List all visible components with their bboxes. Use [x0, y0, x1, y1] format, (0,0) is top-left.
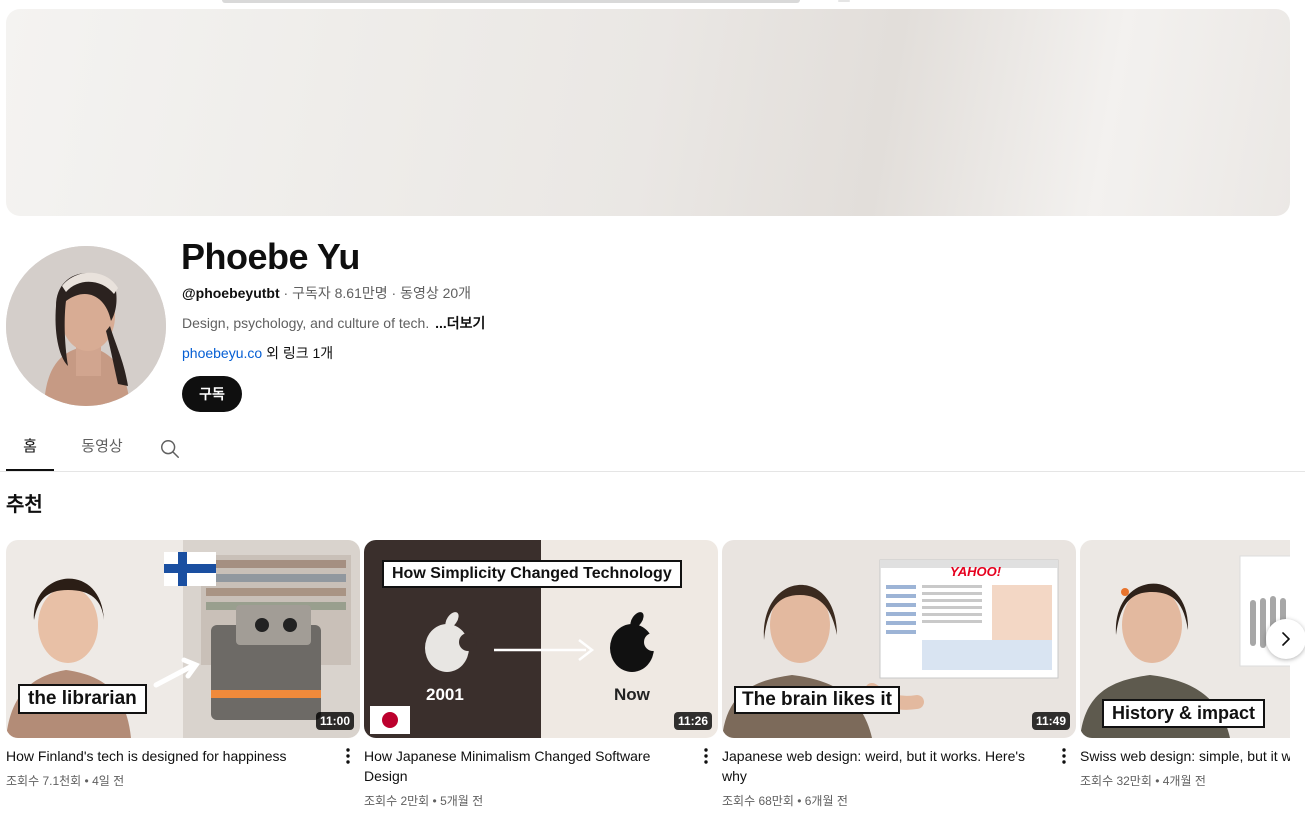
top-scroll-indicator	[222, 0, 800, 3]
chevron-right-icon[interactable]	[1266, 619, 1305, 659]
thumbnail-caption: The brain likes it	[734, 686, 900, 714]
video-duration: 11:49	[1031, 712, 1070, 730]
video-thumbnail[interactable]: the librarian 11:00	[6, 540, 360, 738]
video-card[interactable]: How Simplicity Changed Technology 2001 N…	[364, 540, 718, 808]
top-indicator-dot	[838, 0, 850, 2]
video-stats: 조회수 2만회 • 5개월 전	[364, 794, 484, 808]
video-card[interactable]: the librarian 11:00 How Finland's tech i…	[6, 540, 360, 788]
thumbnail-caption: How Simplicity Changed Technology	[382, 560, 682, 588]
thumbnail-caption: History & impact	[1102, 699, 1266, 728]
search-icon[interactable]	[152, 434, 188, 464]
channel-stats: · 구독자 8.61만명 · 동영상 20개	[279, 285, 472, 301]
video-stats: 조회수 32만회 • 4개월 전	[1080, 774, 1206, 788]
video-title[interactable]: How Finland's tech is designed for happi…	[6, 746, 328, 766]
tab-videos[interactable]: 동영상	[68, 428, 136, 471]
thumbnail-now: Now	[614, 685, 650, 704]
section-title: 추천	[6, 494, 43, 516]
more-vert-icon[interactable]	[338, 746, 358, 766]
channel-tabs: 홈 동영상	[0, 428, 1305, 472]
channel-description: Design, psychology, and culture of tech.	[182, 315, 430, 331]
thumbnail-year: 2001	[426, 685, 464, 704]
subscribe-button[interactable]: 구독	[182, 376, 242, 412]
channel-name: Phoebe Yu	[181, 236, 360, 277]
channel-avatar[interactable]	[6, 246, 166, 406]
video-thumbnail[interactable]: History & impact	[1080, 540, 1290, 738]
video-thumbnail[interactable]: YAHOO! The brain likes it 11:49	[722, 540, 1076, 738]
channel-description-row[interactable]: Design, psychology, and culture of tech.…	[182, 314, 485, 332]
video-stats: 조회수 7.1천회 • 4일 전	[6, 774, 125, 788]
video-thumbnail[interactable]: How Simplicity Changed Technology 2001 N…	[364, 540, 718, 738]
video-duration: 11:26	[673, 712, 712, 730]
channel-meta: @phoebeyutbt · 구독자 8.61만명 · 동영상 20개	[182, 284, 471, 302]
more-vert-icon[interactable]	[696, 746, 716, 766]
thumbnail-logo: YAHOO!	[950, 564, 1002, 579]
video-title[interactable]: Swiss web design: simple, but it w	[1080, 746, 1290, 766]
video-duration: 11:00	[315, 712, 354, 730]
channel-handle: @phoebeyutbt	[182, 285, 280, 301]
channel-banner	[6, 9, 1290, 216]
avatar-image	[6, 246, 166, 406]
video-stats: 조회수 68만회 • 6개월 전	[722, 794, 848, 808]
video-card[interactable]: YAHOO! The brain likes it 11:49 Japanese…	[722, 540, 1076, 808]
video-card[interactable]: History & impact Swiss web design: simpl…	[1080, 540, 1290, 821]
video-title[interactable]: Japanese web design: weird, but it works…	[722, 746, 1044, 786]
more-link[interactable]: ...더보기	[435, 315, 485, 331]
more-vert-icon[interactable]	[1054, 746, 1074, 766]
tab-home[interactable]: 홈	[6, 428, 54, 471]
channel-links: phoebeyu.co 외 링크 1개	[182, 344, 333, 362]
more-links[interactable]: 외 링크 1개	[262, 345, 333, 361]
channel-link[interactable]: phoebeyu.co	[182, 345, 262, 361]
video-title[interactable]: How Japanese Minimalism Changed Software…	[364, 746, 686, 786]
thumbnail-caption: the librarian	[18, 684, 147, 714]
